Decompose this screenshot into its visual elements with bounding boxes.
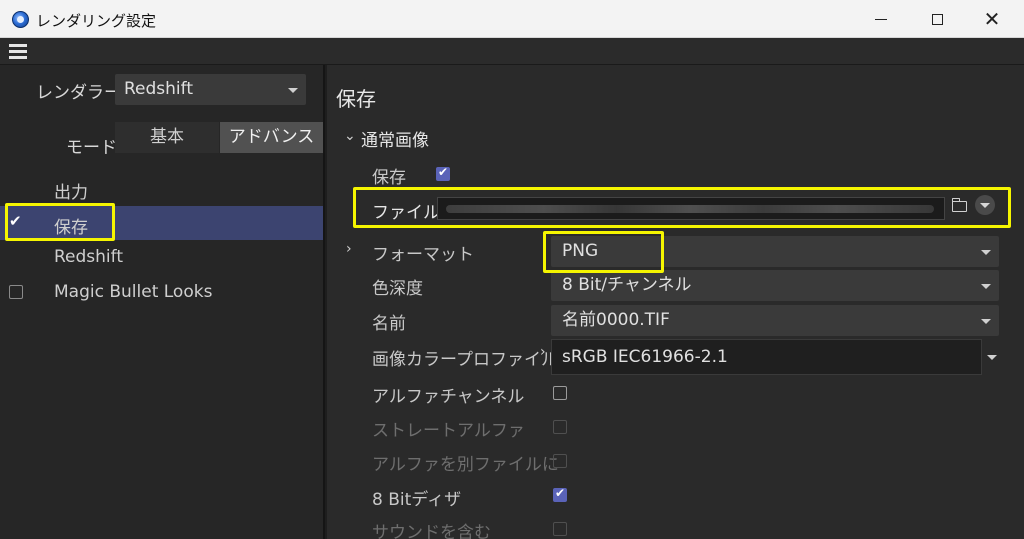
renderer-value: Redshift <box>124 79 194 99</box>
maximize-icon <box>931 14 943 25</box>
alpha-label: アルファチャンネル <box>372 387 525 407</box>
dither-checkbox[interactable] <box>553 486 567 502</box>
nav-item-magic-bullet-looks[interactable]: Magic Bullet Looks <box>0 275 323 309</box>
straight-alpha-label: ストレートアルファ <box>372 421 525 441</box>
depth-label: 色深度 <box>372 279 423 299</box>
maximize-button[interactable] <box>914 0 960 38</box>
group-title: 通常画像 <box>361 131 429 151</box>
title-bar: レンダリング設定 ✕ <box>0 0 1024 38</box>
chevron-down-icon <box>981 283 991 289</box>
minimize-icon <box>875 19 887 20</box>
chevron-right-icon[interactable]: › <box>346 241 352 257</box>
chevron-down-icon <box>981 249 991 255</box>
nav-item-label: 出力 <box>54 183 88 203</box>
nav-item-label: Magic Bullet Looks <box>54 282 213 302</box>
highlight-box-format <box>543 231 664 273</box>
chevron-down-icon[interactable] <box>987 355 997 360</box>
checkbox[interactable] <box>9 285 23 299</box>
name-label: 名前 <box>372 314 406 334</box>
cinema4d-app-icon <box>12 11 29 28</box>
renderer-dropdown[interactable]: Redshift <box>115 74 306 105</box>
depth-dropdown[interactable]: 8 Bit/チャンネル <box>551 270 999 301</box>
profile-label: 画像カラープロファイル <box>372 350 558 370</box>
nav-item-redshift[interactable]: Redshift <box>0 240 323 274</box>
scrollbar[interactable] <box>1004 75 1009 539</box>
menu-strip <box>0 38 1024 65</box>
left-panel: レンダラー Redshift モード 基本 アドバンス 出力 保存 Redshi… <box>0 65 325 539</box>
section-title: 保存 <box>336 87 376 111</box>
save-checkbox[interactable] <box>436 165 450 181</box>
name-dropdown[interactable]: 名前0000.TIF <box>551 305 999 336</box>
highlight-box-file <box>353 187 1011 228</box>
profile-field[interactable]: sRGB IEC61966-2.1 <box>551 339 982 375</box>
mode-basic-button[interactable]: 基本 <box>115 122 219 153</box>
nav-item-label: Redshift <box>54 247 124 267</box>
window-title: レンダリング設定 <box>36 12 157 30</box>
straight-alpha-checkbox[interactable] <box>553 420 567 434</box>
mode-advanced-button[interactable]: アドバンス <box>220 122 323 153</box>
nav-item-output[interactable]: 出力 <box>0 171 323 205</box>
highlight-box-save-nav <box>5 203 115 241</box>
depth-value: 8 Bit/チャンネル <box>562 275 692 295</box>
chevron-down-icon <box>981 318 991 324</box>
chevron-down-icon[interactable]: ⌄ <box>344 128 356 144</box>
dither-label: 8 Bitディザ <box>372 490 462 510</box>
sound-label: サウンドを含む <box>372 523 491 539</box>
minimize-button[interactable] <box>858 0 904 38</box>
close-button[interactable]: ✕ <box>969 0 1015 38</box>
separate-alpha-checkbox[interactable] <box>553 454 567 468</box>
renderer-label: レンダラー <box>36 83 121 103</box>
sound-checkbox[interactable] <box>553 522 567 536</box>
chevron-down-icon <box>288 87 298 93</box>
chevron-right-icon[interactable]: › <box>540 344 546 360</box>
alpha-checkbox[interactable] <box>553 386 567 400</box>
save-label: 保存 <box>372 168 406 188</box>
profile-value: sRGB IEC61966-2.1 <box>562 347 728 367</box>
mode-label: モード <box>66 138 117 158</box>
format-label: フォーマット <box>372 245 474 265</box>
hamburger-menu-icon[interactable] <box>9 44 27 59</box>
separate-alpha-label: アルファを別ファイルに <box>372 455 559 475</box>
name-value: 名前0000.TIF <box>562 310 670 330</box>
